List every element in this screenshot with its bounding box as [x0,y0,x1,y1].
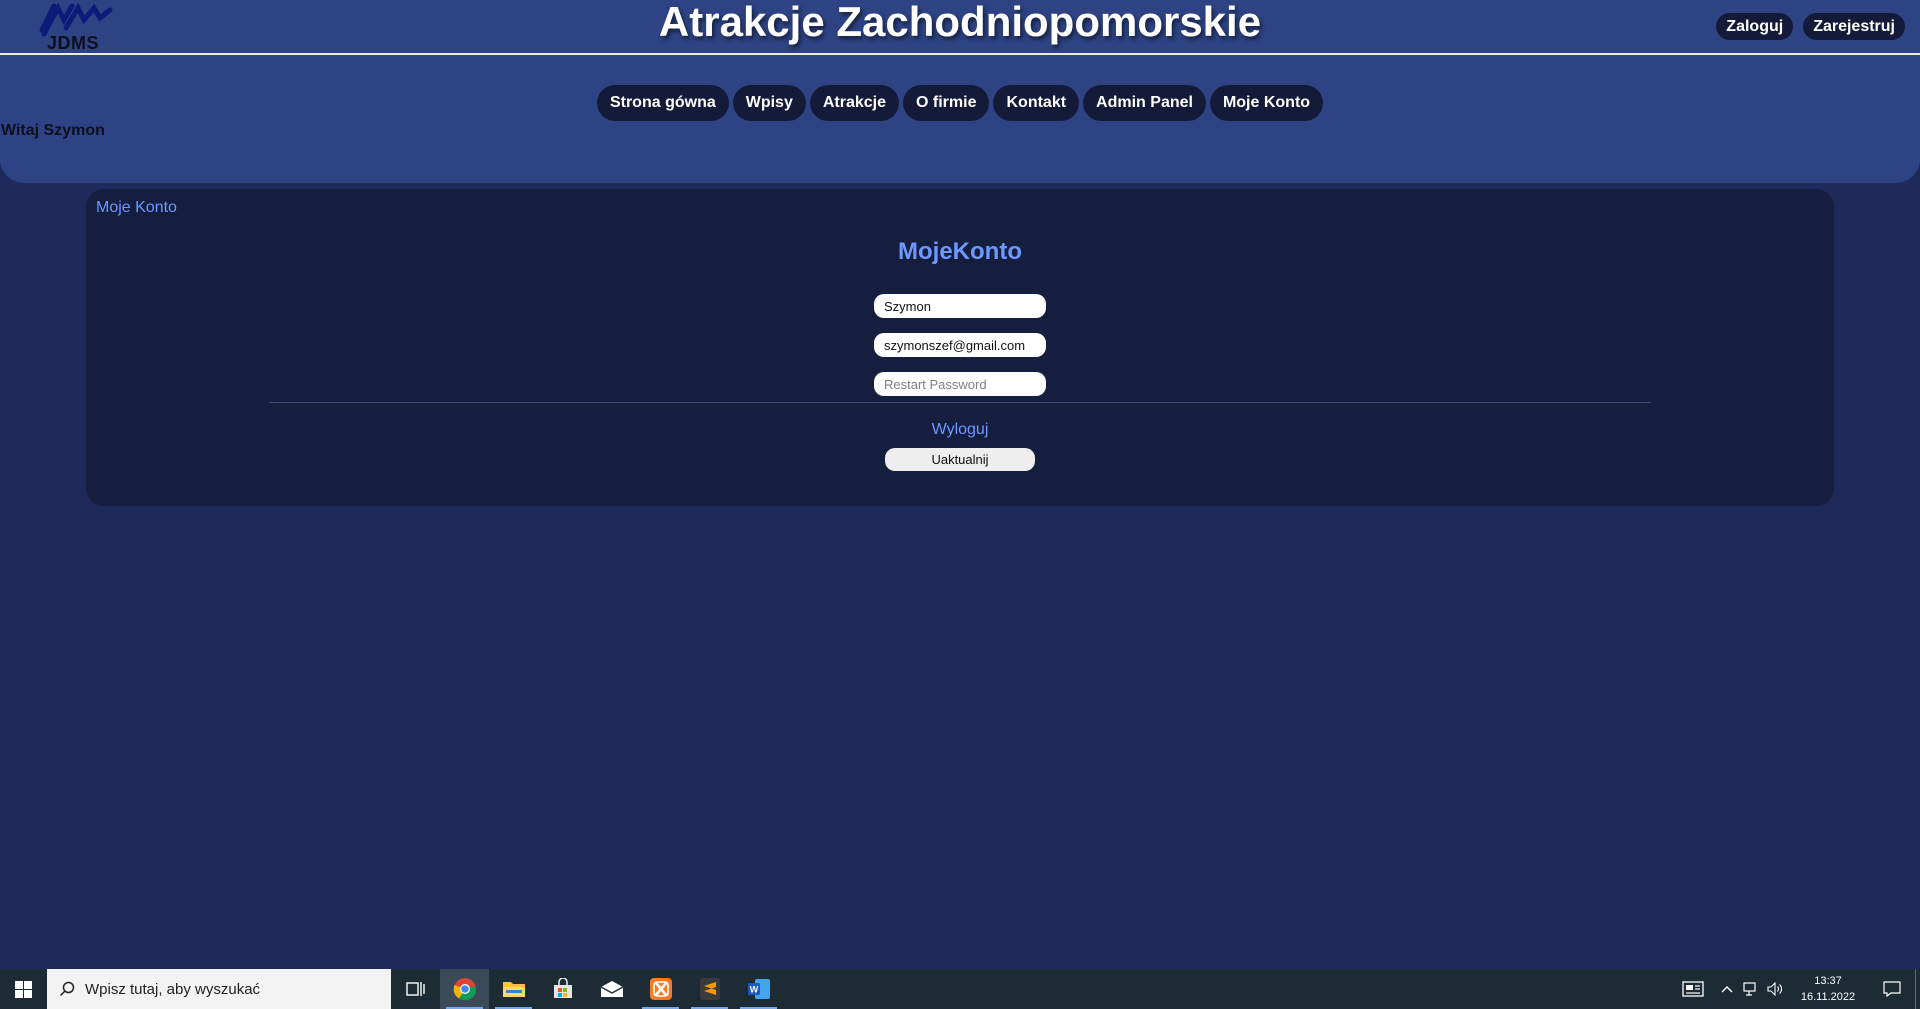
nav-item-home[interactable]: Strona gówna [596,85,729,121]
news-widget[interactable] [1671,969,1715,1009]
login-button[interactable]: Zaloguj [1716,13,1794,40]
svg-text:W: W [749,985,758,995]
search-icon [59,981,75,997]
nav-item-my-account[interactable]: Moje Konto [1209,85,1324,121]
search-placeholder: Wpisz tutaj, aby wyszukać [85,980,261,998]
notification-icon [1883,981,1901,997]
show-desktop-button[interactable] [1915,969,1920,1009]
mail-icon [600,981,623,997]
network-status[interactable] [1739,969,1763,1009]
file-explorer-icon [502,982,525,997]
logout-link[interactable]: Wyloguj [932,421,989,438]
auth-buttons: Zaloguj Zarejestruj [1716,13,1905,40]
taskbar-app-chrome[interactable] [440,969,489,1009]
site-title: Atrakcje Zachodniopomorskie [658,0,1262,45]
xampp-icon [649,978,672,1000]
start-button[interactable] [0,969,47,1009]
taskbar-app-sublime-text[interactable] [685,969,734,1009]
word-icon: W [747,979,770,999]
clock-date: 16.11.2022 [1800,991,1856,1003]
nav-item-admin-panel[interactable]: Admin Panel [1083,85,1206,121]
page-title: MojeKonto [898,238,1022,265]
windows-icon [15,980,32,998]
clock-time: 13:37 [1814,975,1842,987]
taskbar-app-store[interactable] [538,969,587,1009]
taskbar-app-task-view[interactable] [391,969,440,1009]
main-nav: Strona gówna Wpisy Atrakcje O firmie Kon… [0,85,1920,121]
taskbar-app-mail[interactable] [587,969,636,1009]
password-field[interactable] [874,372,1046,396]
site-header: JDMS Atrakcje Zachodniopomorskie Zaloguj… [0,0,1920,183]
nav-item-posts[interactable]: Wpisy [732,85,806,121]
nav-item-contact[interactable]: Kontakt [993,85,1080,121]
update-button[interactable]: Uaktualnij [885,448,1035,471]
chevron-up-icon [1721,986,1733,993]
taskbar-app-xampp[interactable] [636,969,685,1009]
taskbar-app-file-explorer[interactable] [489,969,538,1009]
nav-item-attractions[interactable]: Atrakcje [809,85,900,121]
sublime-text-icon [699,978,720,1000]
volume-control[interactable] [1763,969,1787,1009]
breadcrumb-link[interactable]: Moje Konto [96,199,177,217]
logout-row: Wyloguj [86,421,1834,439]
news-icon [1682,981,1704,997]
chrome-icon [453,978,476,1001]
account-card: Moje Konto MojeKonto Wyloguj Uaktualnij [86,189,1834,506]
email-field[interactable] [874,333,1046,357]
username-field[interactable] [874,294,1046,318]
store-icon [553,978,572,998]
show-hidden-icons[interactable] [1715,969,1739,1009]
taskbar-app-word[interactable]: W [734,969,783,1009]
register-button[interactable]: Zarejestruj [1803,13,1905,40]
welcome-message: Witaj Szymon [1,122,105,139]
nav-item-about[interactable]: O firmie [903,85,990,121]
form-divider [269,402,1651,403]
taskbar-search[interactable]: Wpisz tutaj, aby wyszukać [47,969,391,1009]
task-view-icon [405,982,425,996]
system-tray: 13:37 16.11.2022 [1671,969,1920,1009]
header-divider [0,53,1920,55]
speaker-icon [1767,982,1782,996]
taskbar-clock[interactable]: 13:37 16.11.2022 [1793,973,1863,1005]
taskbar: Wpisz tutaj, aby wyszukać W 13:37 16.11.… [0,969,1920,1009]
notification-center[interactable] [1869,969,1915,1009]
network-icon [1743,982,1756,996]
